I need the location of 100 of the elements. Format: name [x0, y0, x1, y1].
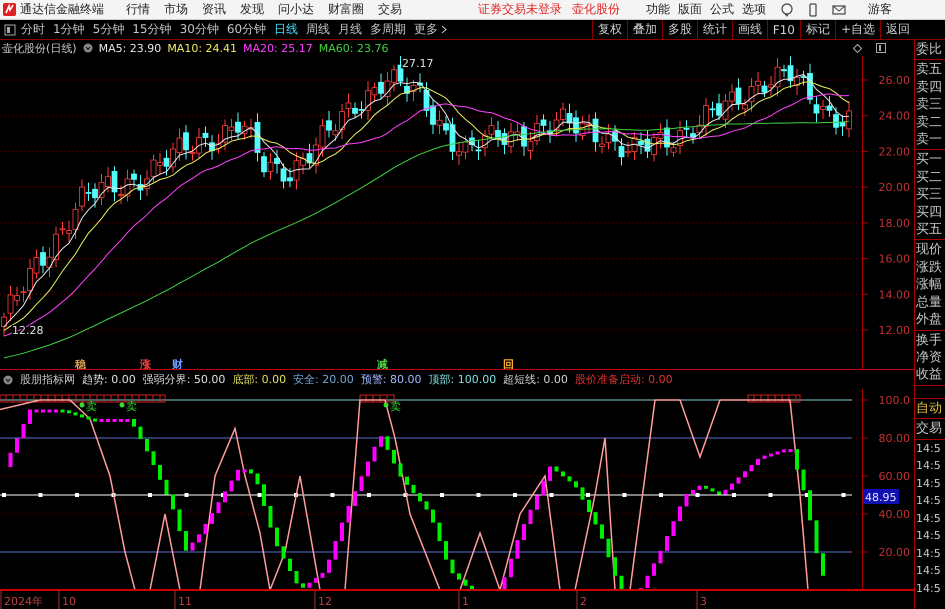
menu-item[interactable]: 行情: [126, 1, 150, 18]
menu-item[interactable]: 市场: [164, 1, 188, 18]
quote-label: 外盘: [916, 311, 943, 328]
date-axis-label: 1: [462, 595, 469, 608]
ma-value: MA10: 24.41: [167, 42, 238, 54]
indicator-axis-label: 40.00: [878, 508, 910, 521]
menu-item[interactable]: 功能: [646, 1, 670, 18]
ma-value: MA20: 25.17: [243, 42, 313, 54]
indicator-value: 股价准备启动: 0.00: [574, 372, 673, 387]
sell-signal: 卖: [390, 400, 401, 413]
price-axis-label: 24.00: [878, 110, 910, 123]
quote-label: 涨幅: [916, 276, 943, 294]
more-button[interactable]: 更多: [414, 21, 448, 38]
signal-marker: 减: [377, 358, 388, 370]
trade-time: 14:5: [915, 546, 942, 562]
quote-label: 总量: [916, 294, 943, 312]
trade-time: 14:5: [915, 493, 942, 510]
signal-marker: 稳: [75, 358, 86, 370]
quote-label: 净资: [916, 348, 943, 366]
quote-label: 涨跌: [916, 258, 943, 276]
menu-item[interactable]: 财富圈: [328, 1, 364, 18]
date-axis-label: 10: [62, 595, 76, 608]
quote-label: 卖一: [916, 131, 943, 148]
trade-time: 14:5: [915, 440, 942, 457]
period-tab[interactable]: 分时: [21, 21, 45, 38]
quote-label: 现价: [916, 241, 943, 259]
indicator-value: 超短线: 0.00: [503, 372, 568, 387]
quote-label: 卖四: [916, 78, 943, 96]
period-tab[interactable]: 60分钟: [226, 21, 266, 38]
price-axis-label: 26.00: [878, 74, 910, 87]
date-axis-label: 2024年: [4, 595, 43, 608]
indicator-value: 预警: 80.00: [360, 372, 422, 387]
sell-signal: 卖: [126, 400, 137, 413]
menu-item[interactable]: 问小达: [278, 1, 314, 18]
indicator-axis-label: 20.00: [878, 546, 910, 559]
trade-time: 14:5: [915, 458, 942, 474]
quote-label: 买五: [916, 221, 943, 238]
quote-label: 卖三: [916, 96, 943, 114]
panel-toggle-icon[interactable]: [4, 24, 16, 36]
indicator-value: 底部: 0.00: [232, 372, 286, 387]
trade-time: 14:5: [915, 528, 942, 544]
menu-item[interactable]: 交易: [378, 1, 402, 18]
ma-value: MA60: 23.76: [318, 42, 388, 54]
indicator-value: 强弱分界: 50.00: [142, 372, 226, 387]
menu-item[interactable]: 选项: [742, 1, 766, 18]
quote-label: 买四: [916, 204, 943, 222]
menu-item[interactable]: 发现: [240, 1, 264, 18]
period-tab[interactable]: 5分钟: [92, 21, 124, 38]
price-axis-label: 12.00: [878, 324, 910, 338]
indicator-axis-label: 60.00: [878, 470, 910, 483]
ma-value: MA5: 23.90: [98, 42, 162, 54]
indicator-value: 顶部: 100.00: [428, 372, 496, 387]
signal-marker: 涨: [140, 358, 151, 370]
trade-time: 14:5: [915, 563, 942, 580]
auto-tab[interactable]: 自动: [915, 398, 945, 420]
date-axis-label: 12: [318, 595, 332, 608]
quote-label: 委比: [916, 41, 943, 58]
dropdown-icon[interactable]: [3, 374, 13, 384]
quote-label: 买一: [916, 151, 943, 169]
stock-name: 壶化股份: [572, 1, 620, 18]
date-axis-label: 2: [580, 595, 587, 608]
menu-item[interactable]: 资讯: [202, 1, 226, 18]
mail-icon[interactable]: [832, 2, 846, 16]
trade-time: 14:5: [915, 580, 942, 597]
high-price-label: 27.17: [402, 57, 434, 70]
period-tab[interactable]: 日线: [274, 21, 298, 38]
quote-label: 收益: [916, 366, 943, 384]
user-label[interactable]: 游客: [868, 1, 892, 18]
period-tab[interactable]: 周线: [306, 21, 330, 38]
dot-icon: [80, 402, 84, 408]
menu-item[interactable]: 版面: [678, 1, 702, 18]
period-tab[interactable]: 15分钟: [132, 21, 172, 38]
price-axis-label: 18.00: [878, 216, 910, 230]
diamond-icon[interactable]: [853, 44, 862, 52]
indicator-name: 股朋指标网: [20, 372, 75, 387]
indicator-value: 趋势: 0.00: [82, 372, 136, 387]
quote-label: 买三: [916, 186, 943, 204]
chat-icon[interactable]: [780, 2, 794, 16]
chevron-icon: [441, 25, 448, 34]
period-tab[interactable]: 30分钟: [180, 21, 219, 38]
period-tab[interactable]: 月线: [338, 21, 362, 38]
date-axis-label: 3: [700, 595, 707, 608]
menu-item[interactable]: 公式: [710, 1, 734, 18]
signal-marker: 回: [503, 358, 514, 370]
date-axis-label: 11: [178, 595, 192, 608]
price-axis-label: 22.00: [878, 145, 910, 158]
value-tag: 48.95: [863, 489, 899, 504]
trade-label: 交易: [915, 419, 945, 440]
dropdown-icon[interactable]: [82, 43, 93, 53]
quote-label: 卖五: [916, 61, 943, 79]
dot-icon: [120, 402, 124, 408]
price-axis-label: 14.00: [878, 288, 910, 302]
price-axis-label: 20.00: [878, 181, 910, 194]
login-status[interactable]: 证券交易未登录: [478, 1, 562, 18]
period-tab[interactable]: 1分钟: [53, 21, 85, 38]
chart-title: 壶化股份(日线): [2, 40, 77, 56]
period-tab[interactable]: 多周期: [370, 21, 406, 38]
trade-time: 14:5: [915, 510, 942, 527]
app-title: 通达信金融终端: [20, 1, 104, 18]
window-icon[interactable]: [876, 43, 886, 53]
